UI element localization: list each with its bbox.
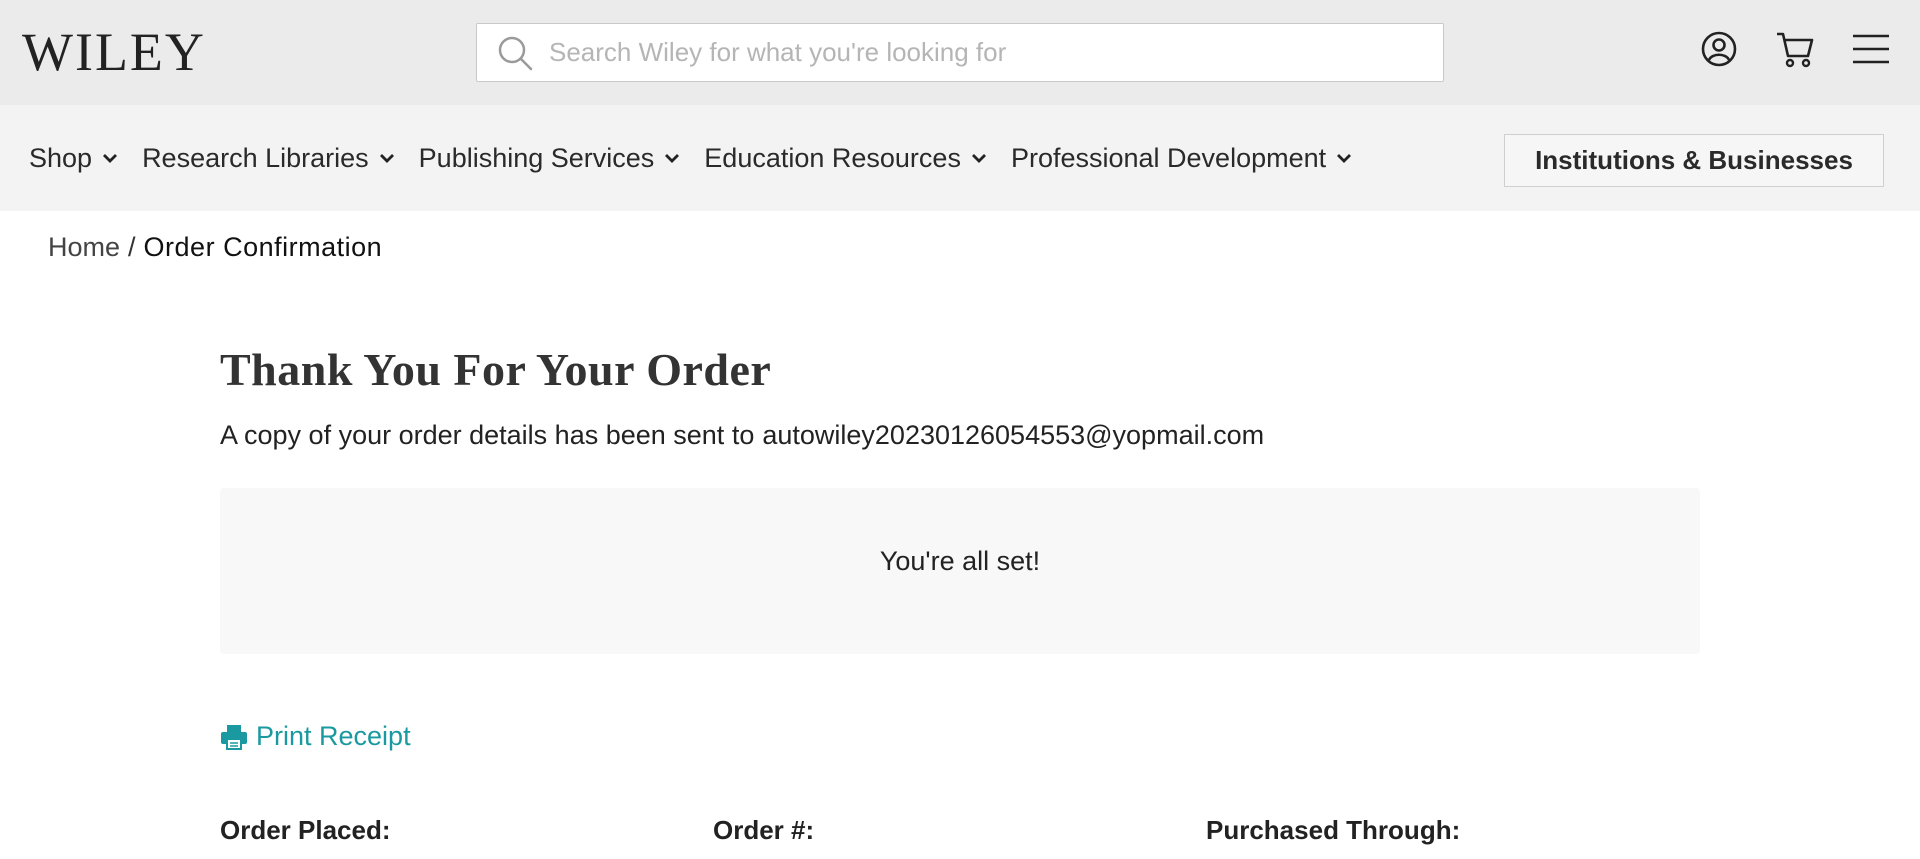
nav-item-research-libraries[interactable]: Research Libraries: [142, 143, 395, 174]
order-number-label: Order #:: [713, 815, 815, 845]
chevron-down-icon: [1336, 152, 1352, 164]
search-bar[interactable]: [476, 23, 1444, 82]
nav-item-label: Publishing Services: [418, 142, 655, 173]
nav-item-publishing-services[interactable]: Publishing Services: [419, 143, 681, 174]
nav-item-label: Shop: [29, 142, 93, 173]
breadcrumb: Home / Order Confirmation: [48, 232, 382, 263]
account-icon[interactable]: [1698, 28, 1740, 70]
purchased-through-label: Purchased Through:: [1206, 815, 1461, 845]
cart-icon[interactable]: [1774, 28, 1816, 70]
print-receipt-link[interactable]: Print Receipt: [220, 721, 411, 752]
confirmation-prefix: A copy of your order details has been se…: [220, 420, 755, 450]
nav-item-label: Professional Development: [1010, 142, 1327, 173]
nav-item-label: Research Libraries: [142, 142, 369, 173]
order-placed-label: Order Placed:: [220, 815, 391, 845]
search-input[interactable]: [549, 37, 1409, 68]
menu-icon[interactable]: [1850, 28, 1892, 70]
top-header: WILEY: [0, 0, 1920, 105]
nav-item-shop[interactable]: Shop: [29, 143, 118, 174]
nav-item-professional-development[interactable]: Professional Development: [1011, 143, 1352, 174]
institutions-businesses-button[interactable]: Institutions & Businesses: [1504, 134, 1884, 187]
breadcrumb-home-link[interactable]: Home: [48, 232, 120, 263]
page-title: Thank You For Your Order: [220, 344, 772, 395]
status-message: You're all set!: [879, 545, 1041, 576]
chevron-down-icon: [971, 152, 987, 164]
header-icons: [1698, 28, 1892, 70]
nav-item-label: Education Resources: [704, 142, 961, 173]
nav-item-education-resources[interactable]: Education Resources: [704, 143, 987, 174]
confirmation-email: autowiley20230126054553@yopmail.com: [762, 420, 1265, 450]
print-receipt-label: Print Receipt: [256, 721, 411, 751]
wiley-logo[interactable]: WILEY: [22, 24, 206, 80]
breadcrumb-current: Order Confirmation: [143, 232, 383, 262]
main-nav: Shop Research Libraries Publishing Servi…: [0, 105, 1920, 211]
confirmation-message: A copy of your order details has been se…: [220, 420, 1264, 451]
search-icon[interactable]: [495, 33, 535, 73]
printer-icon: [220, 723, 248, 751]
chevron-down-icon: [102, 152, 118, 164]
status-box: You're all set!: [220, 488, 1700, 654]
chevron-down-icon: [664, 152, 680, 164]
chevron-down-icon: [379, 152, 395, 164]
nav-menu: Shop Research Libraries Publishing Servi…: [29, 105, 1352, 211]
breadcrumb-separator: /: [128, 232, 136, 262]
